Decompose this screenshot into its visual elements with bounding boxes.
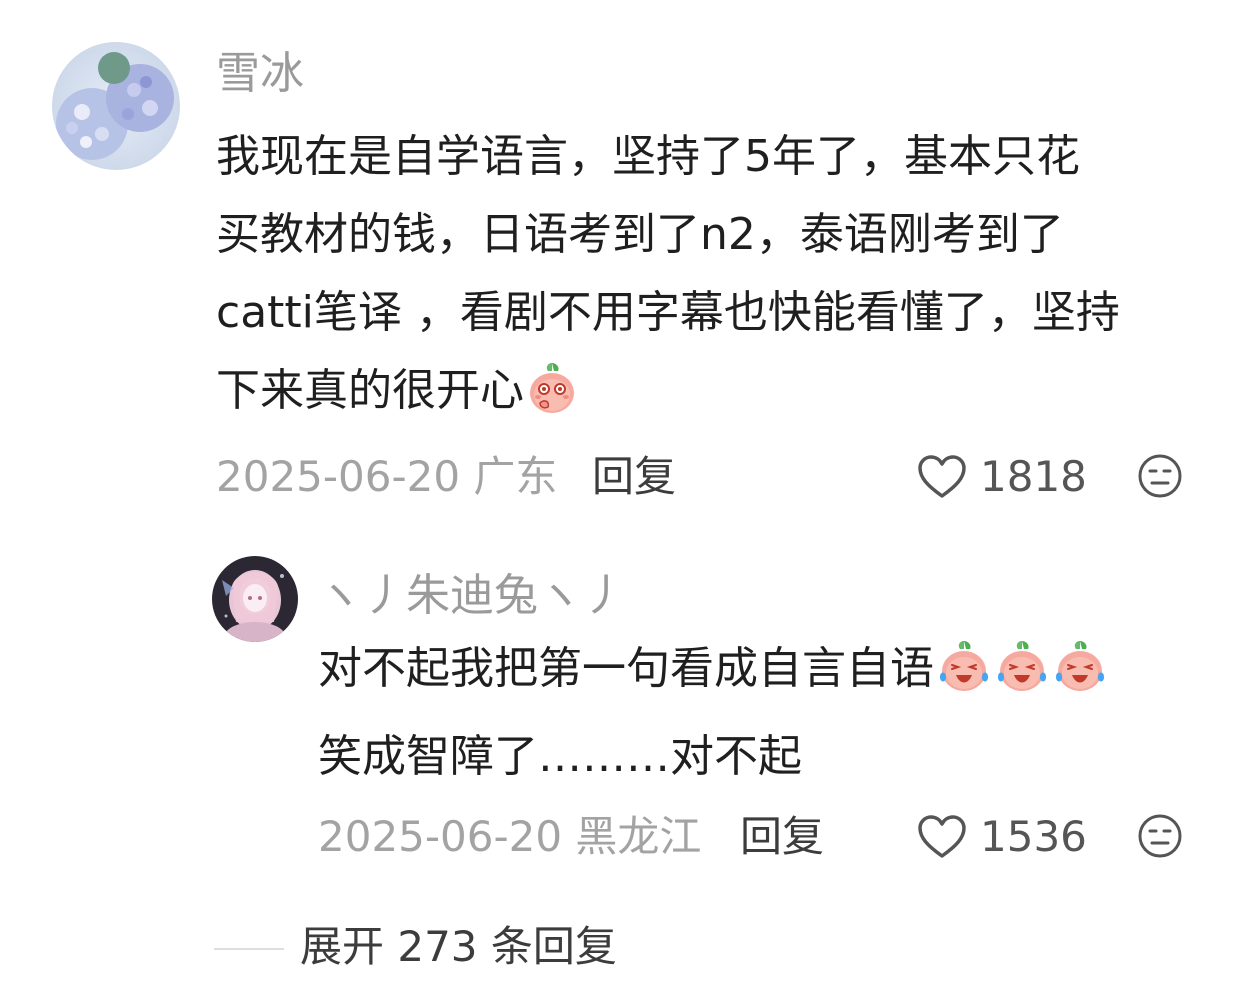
comment-text-line: 我现在是自学语言，坚持了5年了，基本只花 [216, 131, 1080, 182]
reply-date-location: 2025-06-20 黑龙江 [318, 812, 702, 861]
divider-line [214, 948, 284, 950]
comment-text-line: 下来真的很开心 [216, 365, 524, 416]
reply-like-button[interactable]: 1536 [916, 810, 1087, 864]
dislike-face-icon[interactable] [1136, 452, 1184, 500]
comment-text-last-line: 下来真的很开心 [216, 352, 1226, 440]
comment-text-line: catti笔译 ，看剧不用字幕也快能看懂了，坚持 [216, 287, 1120, 338]
like-count: 1818 [980, 452, 1087, 501]
comment-meta: 2025-06-20 广东 回复 1818 [0, 446, 1260, 506]
comment-text-line: 买教材的钱，日语考到了n2，泰语刚考到了 [216, 209, 1064, 260]
reply-meta: 2025-06-20 黑龙江 回复 1536 [0, 806, 1260, 866]
expand-replies-button[interactable]: 展开 273 条回复 [300, 922, 617, 972]
user-avatar[interactable] [52, 42, 180, 170]
expand-replies-row: 展开 273 条回复 [0, 918, 1260, 978]
reply-text-line: 对不起我把第一句看成自言自语 [318, 643, 934, 694]
heart-icon [918, 815, 966, 858]
reply-text-line: 笑成智障了………对不起 [318, 731, 802, 782]
comment-username[interactable]: 雪冰 [216, 48, 304, 100]
reply-like-count: 1536 [980, 812, 1087, 861]
comment-body: 我现在是自学语言，坚持了5年了，基本只花 买教材的钱，日语考到了n2，泰语刚考到… [216, 118, 1226, 440]
crying-laughing-peach-emoji-icon [994, 637, 1050, 718]
reply-username[interactable]: ヽ丿朱迪兔ヽ丿 [318, 570, 626, 622]
crying-laughing-peach-emoji-icon [936, 637, 992, 718]
like-button[interactable]: 1818 [916, 450, 1087, 504]
reply-text-first-line: 对不起我把第一句看成自言自语 [318, 630, 1218, 718]
dislike-face-icon[interactable] [1136, 812, 1184, 860]
heart-icon [918, 455, 966, 498]
shy-peach-emoji-icon [526, 359, 578, 440]
comment-thread: 雪冰 我现在是自学语言，坚持了5年了，基本只花 买教材的钱，日语考到了n2，泰语… [0, 0, 1260, 1005]
crying-laughing-peach-emoji-icon [1052, 637, 1108, 718]
reply-body: 对不起我把第一句看成自言自语 笑成智障了………对不起 [318, 630, 1218, 796]
reply-user-avatar[interactable] [212, 556, 298, 642]
reply-to-reply-button[interactable]: 回复 [740, 812, 824, 862]
reply-button[interactable]: 回复 [592, 452, 676, 502]
hydrangea-avatar-image [52, 42, 180, 170]
anime-girl-avatar-image [212, 556, 298, 642]
comment-date-location: 2025-06-20 广东 [216, 452, 558, 501]
